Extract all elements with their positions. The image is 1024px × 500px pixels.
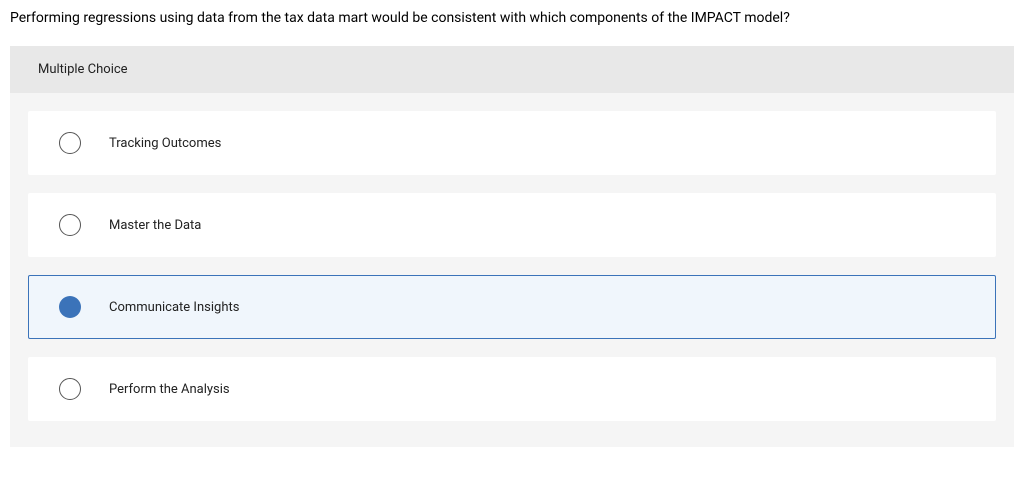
radio-fill-icon — [59, 296, 81, 318]
option-perform-the-analysis[interactable]: Perform the Analysis — [28, 357, 996, 421]
radio-icon — [59, 132, 81, 154]
option-communicate-insights[interactable]: Communicate Insights — [28, 275, 996, 339]
radio-icon — [59, 214, 81, 236]
multiple-choice-container: Multiple Choice Tracking Outcomes Master… — [10, 46, 1014, 447]
question-type-header: Multiple Choice — [10, 46, 1014, 93]
option-label: Tracking Outcomes — [109, 136, 221, 151]
radio-icon — [59, 296, 81, 318]
option-tracking-outcomes[interactable]: Tracking Outcomes — [28, 111, 996, 175]
option-label: Communicate Insights — [109, 300, 239, 315]
option-label: Master the Data — [109, 218, 201, 233]
question-text: Performing regressions using data from t… — [0, 0, 1024, 46]
options-area: Tracking Outcomes Master the Data Commun… — [10, 93, 1014, 447]
option-master-the-data[interactable]: Master the Data — [28, 193, 996, 257]
option-label: Perform the Analysis — [109, 382, 230, 397]
radio-icon — [59, 378, 81, 400]
